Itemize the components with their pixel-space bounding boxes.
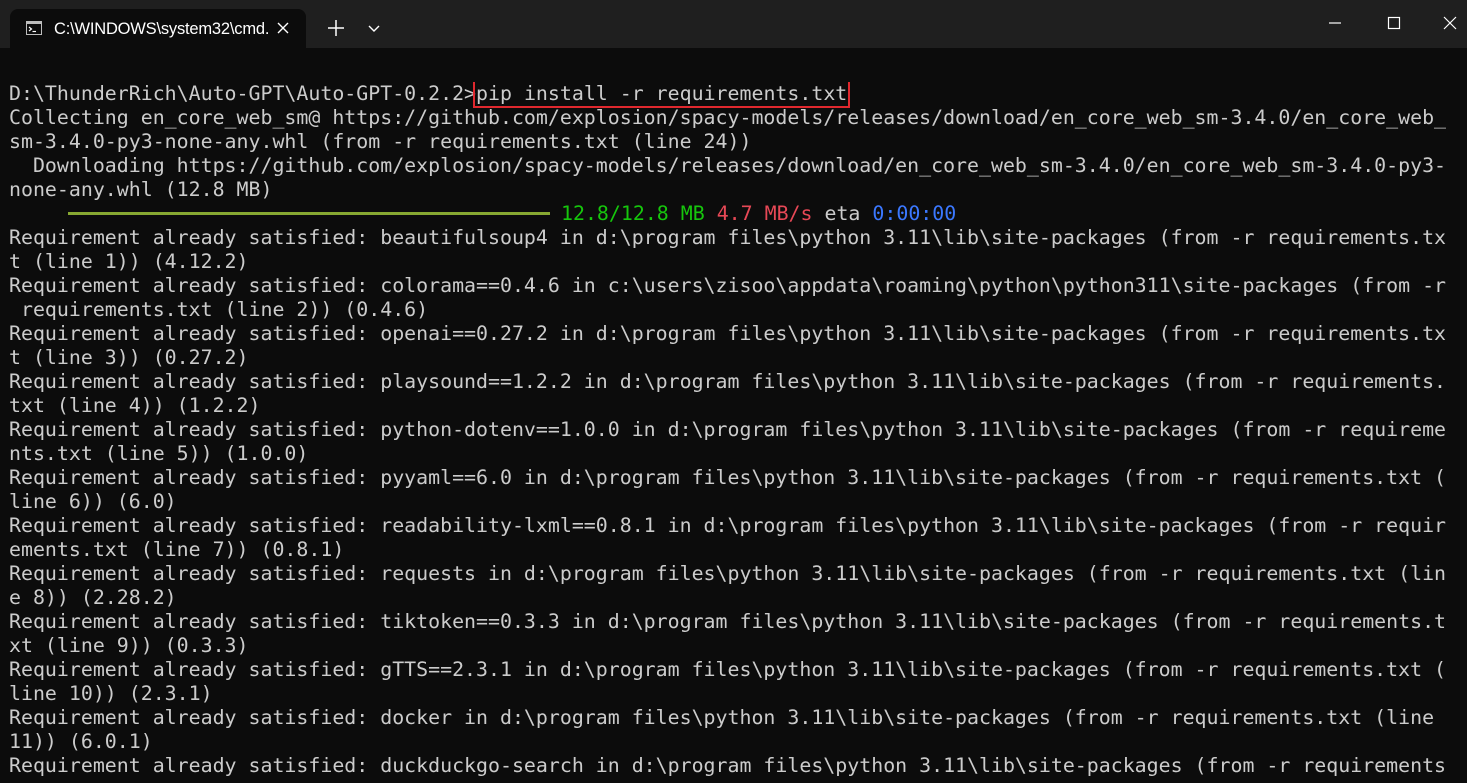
minimize-icon[interactable] (1323, 10, 1347, 38)
output-line: sm-3.4.0-py3-none-any.whl (from -r requi… (9, 130, 752, 153)
progress-eta-label: eta (824, 202, 861, 225)
output-line: Requirement already satisfied: beautiful… (9, 226, 1447, 249)
output-line: Requirement already satisfied: python-do… (9, 418, 1447, 441)
command-text: pip install -r requirements.txt (473, 82, 851, 108)
output-line: Requirement already satisfied: tiktoken=… (9, 610, 1447, 633)
output-line: 11)) (6.0.1) (9, 730, 153, 753)
output-line: Requirement already satisfied: pyyaml==6… (9, 466, 1447, 489)
maximize-icon[interactable] (1382, 10, 1406, 38)
progress-speed: 4.7 MB/s (716, 202, 813, 225)
output-line: Requirement already satisfied: gTTS==2.3… (9, 658, 1447, 681)
title-bar: C:\WINDOWS\system32\cmd.exe (0, 0, 1467, 48)
tab-cmd[interactable]: C:\WINDOWS\system32\cmd.exe (10, 9, 306, 48)
output-line: Requirement already satisfied: readabili… (9, 514, 1447, 537)
output-line: t (line 1)) (4.12.2) (9, 250, 249, 273)
output-line: Requirement already satisfied: requests … (9, 562, 1447, 585)
output-line: e 8)) (2.28.2) (9, 586, 177, 609)
terminal-window: C:\WINDOWS\system32\cmd.exe D:\ThunderRi… (0, 0, 1467, 783)
tab-close-icon[interactable] (275, 20, 291, 36)
progress-size: 12.8/12.8 MB (561, 202, 705, 225)
cmd-icon (26, 21, 42, 35)
output-line: txt (line 4)) (1.2.2) (9, 394, 261, 417)
output-line: line 6)) (6.0) (9, 490, 177, 513)
output-line: Requirement already satisfied: playsound… (9, 370, 1447, 393)
tab-title: C:\WINDOWS\system32\cmd.exe (54, 20, 270, 38)
progress-eta: 0:00:00 (872, 202, 957, 225)
close-icon[interactable] (1438, 10, 1462, 38)
output-line: line 10)) (2.3.1) (9, 682, 213, 705)
output-line: Requirement already satisfied: openai==0… (9, 322, 1447, 345)
output-line: Downloading https://github.com/explosion… (9, 154, 1447, 177)
output-line: Requirement already satisfied: colorama=… (9, 274, 1447, 297)
output-line: ements.txt (line 7)) (0.8.1) (9, 538, 345, 561)
output-line: xt (line 9)) (0.3.3) (9, 634, 249, 657)
output-line: requirements.txt (line 2)) (0.4.6) (9, 298, 429, 321)
command-line: D:\ThunderRich\Auto-GPT\Auto-GPT-0.2.2>p… (9, 82, 851, 108)
output-line: none-any.whl (12.8 MB) (9, 178, 273, 201)
prompt-text: D:\ThunderRich\Auto-GPT\Auto-GPT-0.2.2> (9, 82, 477, 105)
terminal-output[interactable]: D:\ThunderRich\Auto-GPT\Auto-GPT-0.2.2>p… (9, 82, 1459, 783)
output-line: Collecting en_core_web_sm@ https://githu… (9, 106, 1447, 129)
output-line: nts.txt (line 5)) (1.0.0) (9, 442, 309, 465)
download-progress-bar (68, 212, 550, 215)
output-line: t (line 3)) (0.27.2) (9, 346, 249, 369)
progress-info: 12.8/12.8 MB 4.7 MB/s eta 0:00:00 (561, 202, 956, 226)
chevron-down-icon[interactable] (364, 14, 384, 42)
output-line: Requirement already satisfied: duckduckg… (9, 754, 1447, 777)
plus-icon[interactable] (325, 14, 347, 42)
output-line: Requirement already satisfied: docker in… (9, 706, 1435, 729)
